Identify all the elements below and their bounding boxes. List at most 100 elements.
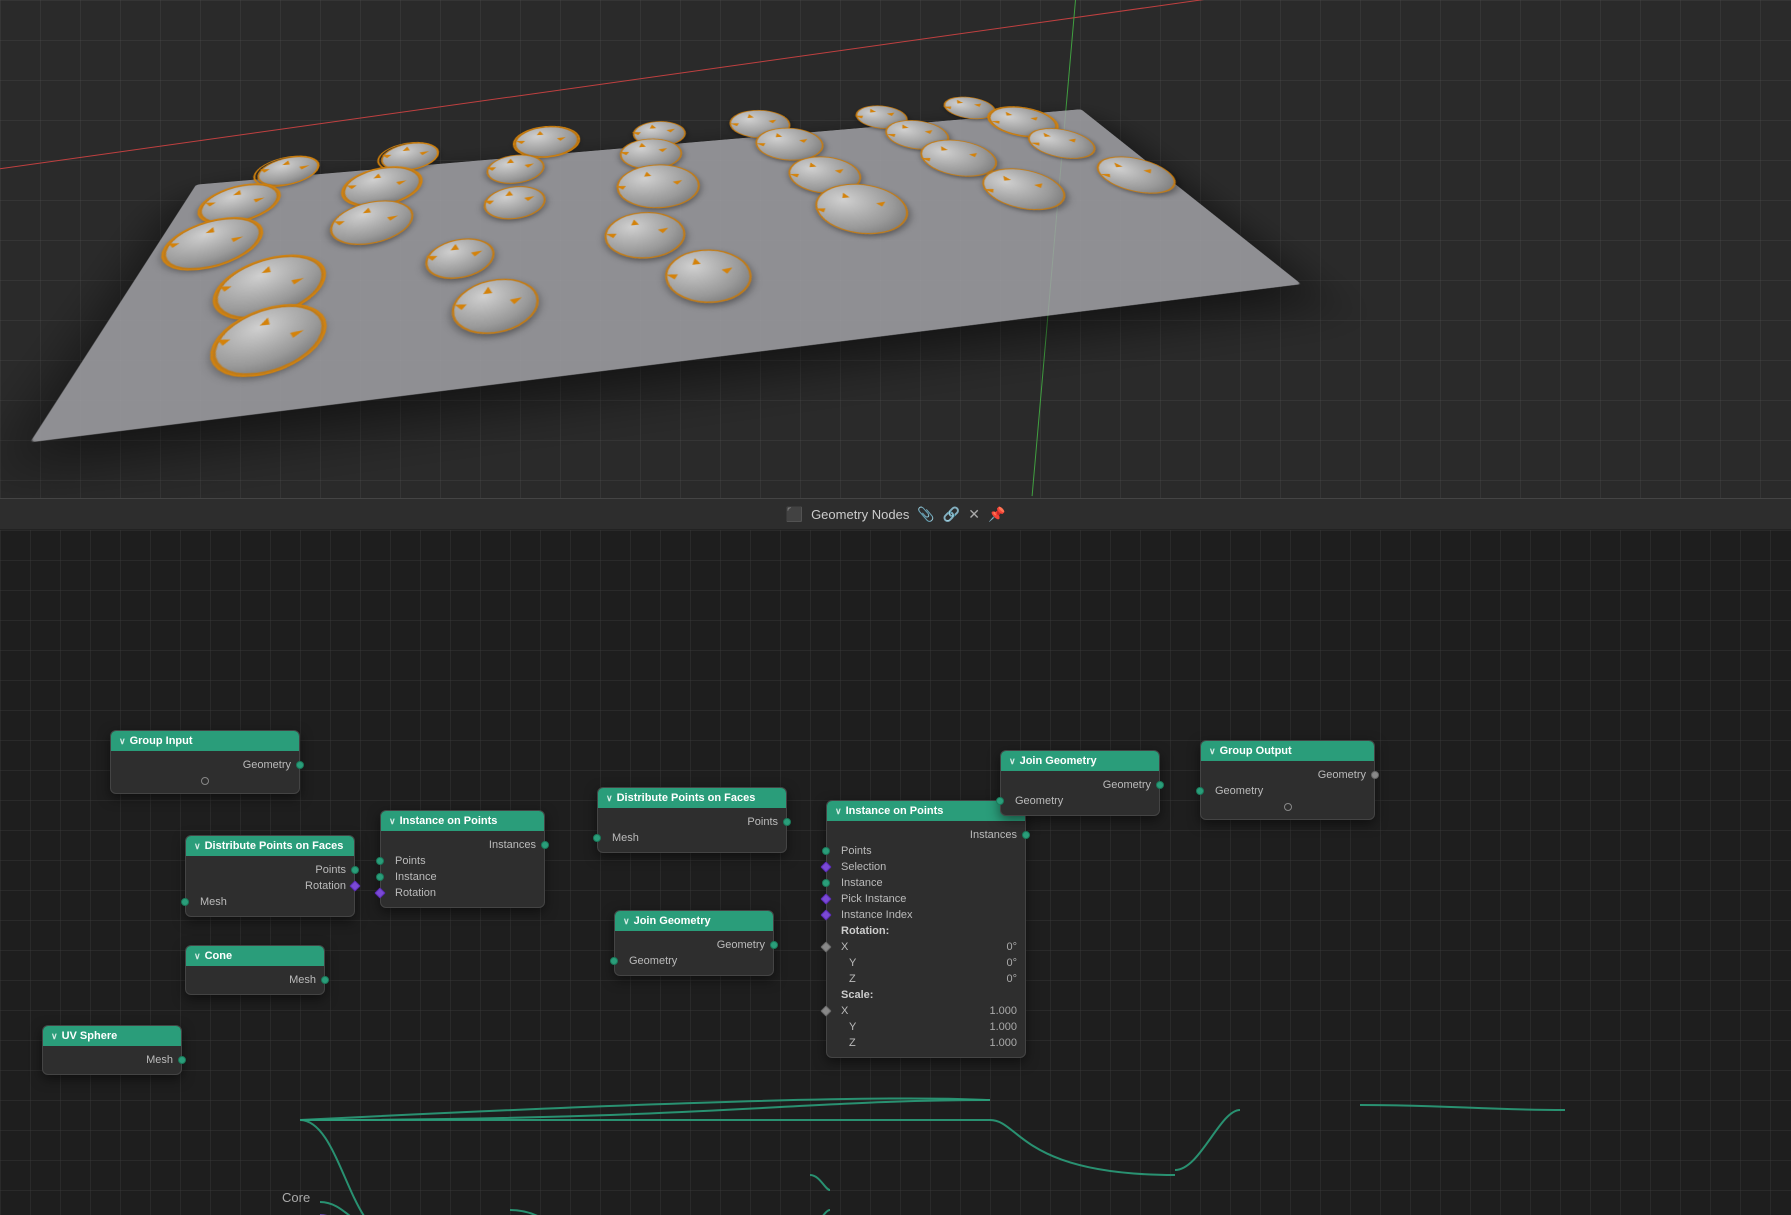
row-points-out: Points [186, 862, 354, 878]
socket-instances-out[interactable] [541, 841, 549, 849]
socket-mesh-out-sphere[interactable] [178, 1056, 186, 1064]
socket-geo-in-grp[interactable] [1196, 787, 1204, 795]
rot-y-value: 0° [1006, 957, 1017, 969]
socket-scale-x[interactable] [820, 1005, 831, 1016]
editor-toolbar: ⬛ Geometry Nodes 📎 🔗 ✕ 📌 [0, 498, 1791, 530]
row-mesh-in: Mesh [186, 894, 354, 910]
node-distribute-1-header: ∨ Distribute Points on Faces [186, 836, 354, 856]
row-geo-out-2: Geometry [1001, 777, 1159, 793]
row-rot-z: Z 0° [827, 971, 1025, 987]
row-mesh-in-2: Mesh [598, 830, 786, 846]
node-distribute-points-2[interactable]: ∨ Distribute Points on Faces Points Mesh [597, 787, 787, 853]
node-group-output[interactable]: ∨ Group Output Geometry Geometry [1200, 740, 1375, 820]
row-mesh-out-sphere: Mesh [43, 1052, 181, 1068]
node-join-2-header: ∨ Join Geometry [1001, 751, 1159, 771]
socket-geo-out-1[interactable] [770, 941, 778, 949]
chevron-icon: ∨ [119, 736, 126, 747]
chevron-icon: ∨ [623, 916, 630, 927]
pin2-icon[interactable]: 📌 [988, 506, 1005, 523]
editor-name-label: Geometry Nodes [811, 507, 909, 522]
node-row-geometry-out: Geometry [111, 757, 299, 773]
pin-icon[interactable]: 📎 [917, 506, 934, 523]
unlink-icon[interactable]: 🔗 [943, 506, 960, 523]
socket-points-in-2[interactable] [822, 847, 830, 855]
node-group-input-title: Group Input [130, 735, 193, 747]
socket-points-out-2[interactable] [783, 818, 791, 826]
socket-geo-in-2[interactable] [996, 797, 1004, 805]
row-instance-in-2: Instance [827, 875, 1025, 891]
socket-geo-out-2[interactable] [1156, 781, 1164, 789]
chevron-icon: ∨ [1009, 756, 1016, 767]
chevron-icon: ∨ [835, 806, 842, 817]
scale-y-value: 1.000 [989, 1021, 1017, 1033]
editor-type-icon[interactable]: ⬛ [786, 506, 803, 523]
socket-rotation-in[interactable] [374, 887, 385, 898]
socket-points-out[interactable] [351, 866, 359, 874]
socket-extra-grp [1284, 803, 1292, 811]
socket-selection-in[interactable] [820, 861, 831, 872]
node-join-geometry-2[interactable]: ∨ Join Geometry Geometry Geometry [1000, 750, 1160, 816]
socket-geo-in-1[interactable] [610, 957, 618, 965]
row-points-in: Points [381, 853, 544, 869]
row-geo-out-1: Geometry [615, 937, 773, 953]
socket-geo-out-grp[interactable] [1371, 771, 1379, 779]
row-scale-y: Y 1.000 [827, 1019, 1025, 1035]
node-instance-on-points-1[interactable]: ∨ Instance on Points Instances Points In… [380, 810, 545, 908]
row-instance-index-in: Instance Index [827, 907, 1025, 923]
row-scale-x: X 1.000 [827, 1003, 1025, 1019]
node-uv-sphere[interactable]: ∨ UV Sphere Mesh [42, 1025, 182, 1075]
node-join-geometry-1[interactable]: ∨ Join Geometry Geometry Geometry [614, 910, 774, 976]
row-scale-label: Scale: [827, 987, 1025, 1003]
node-cone-title: Cone [205, 950, 233, 962]
socket-instance-in-2[interactable] [822, 879, 830, 887]
node-group-input-header: ∨ Group Input [111, 731, 299, 751]
socket-instance-index-in[interactable] [820, 909, 831, 920]
socket-rot-x[interactable] [820, 941, 831, 952]
row-rotation-label: Rotation: [827, 923, 1025, 939]
row-instance-in: Instance [381, 869, 544, 885]
scale-z-value: 1.000 [989, 1037, 1017, 1049]
3d-plane-container [100, 20, 1300, 440]
chevron-icon: ∨ [1209, 746, 1216, 757]
rot-x-value: 0° [1006, 941, 1017, 953]
node-cone[interactable]: ∨ Cone Mesh [185, 945, 325, 995]
node-join-1-title: Join Geometry [634, 915, 711, 927]
mesh-plane [30, 109, 1301, 442]
node-uvsphere-header: ∨ UV Sphere [43, 1026, 181, 1046]
row-geo-out-grp: Geometry [1201, 767, 1374, 783]
row-instances-out-2: Instances [827, 827, 1025, 843]
socket-extra [201, 777, 209, 785]
socket-mesh-in-2[interactable] [593, 834, 601, 842]
node-group-input[interactable]: ∨ Group Input Geometry [110, 730, 300, 794]
socket-points-in[interactable] [376, 857, 384, 865]
row-selection-in: Selection [827, 859, 1025, 875]
socket-mesh-out[interactable] [321, 976, 329, 984]
node-row-dot [111, 773, 299, 787]
node-distribute-2-header: ∨ Distribute Points on Faces [598, 788, 786, 808]
node-uvsphere-title: UV Sphere [62, 1030, 118, 1042]
chevron-icon: ∨ [51, 1031, 58, 1042]
chevron-icon: ∨ [194, 951, 201, 962]
row-scale-z: Z 1.000 [827, 1035, 1025, 1051]
node-join-1-header: ∨ Join Geometry [615, 911, 773, 931]
socket-instances-out-2[interactable] [1022, 831, 1030, 839]
row-geo-in-2: Geometry [1001, 793, 1159, 809]
close-icon[interactable]: ✕ [968, 506, 980, 523]
socket-geometry-out[interactable] [296, 761, 304, 769]
node-distribute-2-title: Distribute Points on Faces [617, 792, 756, 804]
node-instance-on-points-2[interactable]: ∨ Instance on Points Instances Points Se… [826, 800, 1026, 1058]
row-instances-out: Instances [381, 837, 544, 853]
node-cone-header: ∨ Cone [186, 946, 324, 966]
socket-instance-in[interactable] [376, 873, 384, 881]
node-iop-2-title: Instance on Points [846, 805, 944, 817]
socket-pick-instance-in[interactable] [820, 893, 831, 904]
node-iop-2-header: ∨ Instance on Points [827, 801, 1025, 821]
socket-rotation-out[interactable] [349, 880, 360, 891]
row-rotation-out: Rotation [186, 878, 354, 894]
row-dot-grp [1201, 799, 1374, 813]
chevron-icon: ∨ [194, 841, 201, 852]
row-rotation-in: Rotation [381, 885, 544, 901]
socket-mesh-in[interactable] [181, 898, 189, 906]
node-distribute-points-1[interactable]: ∨ Distribute Points on Faces Points Rota… [185, 835, 355, 917]
row-mesh-out: Mesh [186, 972, 324, 988]
